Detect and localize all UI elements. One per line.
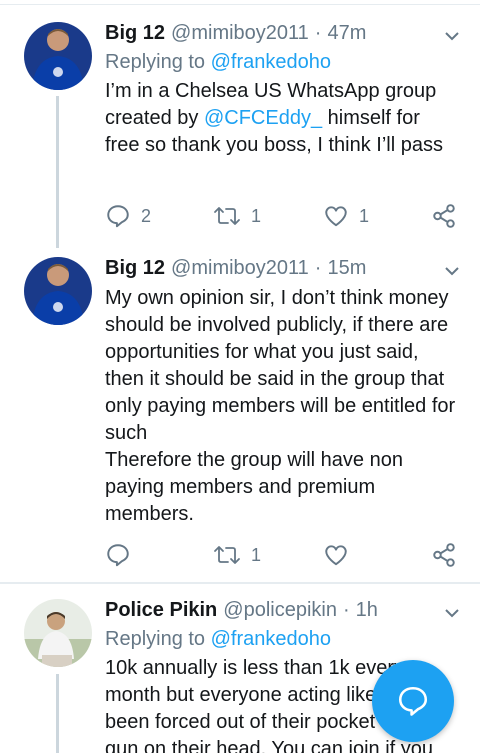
share-icon: [433, 543, 455, 567]
like-button[interactable]: [323, 540, 349, 570]
tweet[interactable]: Big 12 @mimiboy2011 · 47m Replying to @f…: [0, 0, 480, 248]
author-handle[interactable]: @policepikin: [223, 597, 337, 623]
retweet-button[interactable]: 1: [213, 201, 261, 231]
author-handle[interactable]: @mimiboy2011: [171, 20, 309, 46]
compose-reply-button[interactable]: [372, 660, 454, 742]
author-name[interactable]: Big 12: [105, 255, 165, 281]
chevron-down-icon[interactable]: [444, 605, 460, 621]
tweet-text: I’m in a Chelsea US WhatsApp group creat…: [105, 80, 443, 156]
avatar[interactable]: [24, 599, 92, 667]
reply-button[interactable]: 2: [105, 201, 151, 231]
author-name[interactable]: Police Pikin: [105, 597, 217, 623]
tweet[interactable]: Big 12 @mimiboy2011 · 15m My own opinion…: [0, 248, 480, 582]
tweet-actions: 2 1 1: [105, 201, 459, 231]
replying-to: Replying to @frankedoho: [105, 628, 332, 650]
replying-to-mention[interactable]: @frankedoho: [211, 628, 331, 650]
retweet-count: 1: [251, 544, 262, 565]
heart-icon: [325, 545, 347, 566]
tweet-text: My own opinion sir, I don’t think money …: [105, 287, 456, 525]
heart-icon: [325, 206, 347, 227]
thread-line: [56, 96, 59, 248]
retweet-icon: [214, 546, 240, 564]
like-button[interactable]: 1: [323, 201, 369, 231]
reply-count: 2: [141, 205, 152, 226]
share-icon: [433, 204, 455, 228]
comment-icon: [107, 205, 129, 228]
compose-reply-icon: [398, 686, 428, 716]
timestamp[interactable]: 1h: [356, 597, 378, 623]
timestamp[interactable]: 15m: [327, 255, 366, 281]
retweet-button[interactable]: 1: [213, 540, 261, 570]
thread-line: [56, 674, 59, 753]
comment-icon: [107, 544, 129, 567]
body-mention[interactable]: @CFCEddy_: [204, 107, 322, 129]
replying-to: Replying to @frankedoho: [105, 51, 332, 73]
share-button[interactable]: [431, 540, 457, 570]
share-button[interactable]: [431, 201, 457, 231]
like-count: 1: [359, 205, 370, 226]
author-handle[interactable]: @mimiboy2011: [171, 255, 309, 281]
chevron-down-icon[interactable]: [444, 28, 460, 44]
chevron-down-icon[interactable]: [444, 263, 460, 279]
separator-dot: ·: [342, 599, 350, 621]
timestamp[interactable]: 47m: [327, 20, 366, 46]
retweet-count: 1: [251, 205, 262, 226]
author-name[interactable]: Big 12: [105, 20, 165, 46]
separator-dot: ·: [314, 22, 322, 44]
retweet-icon: [214, 207, 240, 225]
separator-dot: ·: [314, 257, 322, 279]
replying-to-mention[interactable]: @frankedoho: [211, 51, 331, 73]
avatar[interactable]: [24, 22, 92, 90]
tweet-actions: 1: [105, 540, 459, 570]
reply-button[interactable]: [105, 540, 131, 570]
avatar[interactable]: [24, 257, 92, 325]
